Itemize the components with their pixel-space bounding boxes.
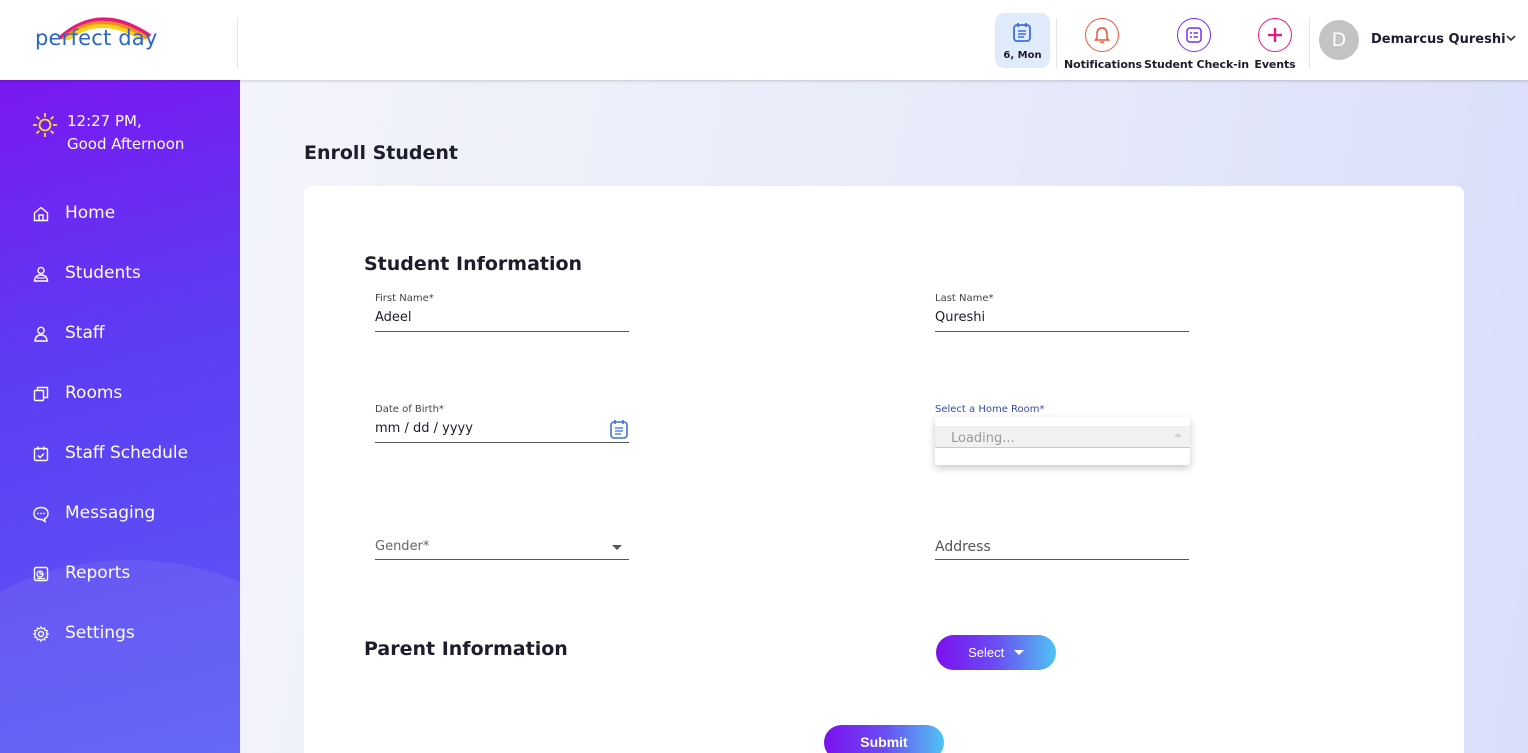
student-info-heading: Student Information xyxy=(364,253,583,275)
first-name-field[interactable]: First Name* Adeel xyxy=(375,293,629,333)
home-room-dropdown[interactable]: Loading... xyxy=(935,417,1190,465)
header-divider xyxy=(237,18,238,68)
sidebar-item-label: Home xyxy=(65,203,116,223)
sidebar: 12:27 PM, Good Afternoon Home Students S… xyxy=(0,80,240,753)
field-underline xyxy=(935,331,1189,332)
date-label: 6, Mon xyxy=(1003,50,1042,61)
sidebar-item-home[interactable]: Home xyxy=(32,200,222,228)
events-label: Events xyxy=(1254,58,1296,71)
date-chip[interactable]: 6, Mon xyxy=(995,13,1050,68)
parent-info-heading: Parent Information xyxy=(364,638,568,660)
dob-input[interactable]: mm / dd / yyyy xyxy=(375,421,473,436)
address-field[interactable]: Address xyxy=(935,521,1189,561)
logo-text: perfect day xyxy=(35,26,158,50)
first-name-label: First Name* xyxy=(375,293,434,304)
last-name-label: Last Name* xyxy=(935,293,994,304)
calendar-icon[interactable] xyxy=(609,418,629,440)
notifications-label: Notifications xyxy=(1064,58,1142,71)
events-circle xyxy=(1258,18,1292,52)
message-icon xyxy=(33,506,49,523)
sidebar-item-rooms[interactable]: Rooms xyxy=(32,380,222,408)
students-icon xyxy=(33,266,49,282)
sidebar-item-messaging[interactable]: Messaging xyxy=(32,500,222,528)
home-room-label: Select a Home Room* xyxy=(935,404,1045,415)
field-underline xyxy=(375,331,629,332)
user-name[interactable]: Demarcus Qureshi xyxy=(1371,32,1506,47)
rooms-icon xyxy=(33,386,49,402)
enroll-form-card: Student Information First Name* Adeel La… xyxy=(304,186,1464,753)
checkin-label: Student Check-in xyxy=(1144,58,1250,71)
main-content: Enroll Student Student Information First… xyxy=(240,80,1528,753)
greeting-text: Good Afternoon xyxy=(67,135,185,153)
caret-down-icon xyxy=(612,545,622,550)
sidebar-item-settings[interactable]: Settings xyxy=(32,620,222,648)
sidebar-item-label: Staff xyxy=(65,323,105,343)
address-placeholder: Address xyxy=(935,539,991,555)
last-name-input[interactable]: Qureshi xyxy=(935,310,985,325)
first-name-input[interactable]: Adeel xyxy=(375,310,412,325)
submit-button[interactable]: Submit xyxy=(824,725,944,753)
checkin-circle xyxy=(1177,18,1211,52)
dob-field[interactable]: Date of Birth* mm / dd / yyyy xyxy=(375,404,629,444)
top-header: perfect day 6, Mon Notifications Student… xyxy=(0,0,1528,80)
gender-placeholder: Gender* xyxy=(375,539,430,554)
reports-icon xyxy=(33,566,49,582)
sidebar-item-label: Rooms xyxy=(65,383,123,403)
sidebar-item-label: Settings xyxy=(65,623,135,643)
loading-text: Loading... xyxy=(951,431,1015,446)
sidebar-item-staff[interactable]: Staff xyxy=(32,320,222,348)
field-underline xyxy=(935,447,1190,448)
sidebar-item-reports[interactable]: Reports xyxy=(32,560,222,588)
schedule-icon xyxy=(33,446,49,462)
header-divider xyxy=(1309,18,1310,68)
gear-icon xyxy=(32,625,50,643)
student-checkin-button[interactable]: Student Check-in xyxy=(1144,18,1250,71)
plus-icon xyxy=(1268,28,1282,42)
checklist-icon xyxy=(1186,27,1202,43)
sidebar-item-label: Reports xyxy=(65,563,131,583)
chevron-down-icon[interactable] xyxy=(1505,33,1517,43)
home-room-field[interactable]: Select a Home Room* xyxy=(935,404,1189,418)
sidebar-item-label: Staff Schedule xyxy=(65,443,189,463)
header-divider xyxy=(1056,18,1057,68)
perfect-day-logo[interactable]: perfect day xyxy=(30,10,180,58)
caret-down-icon xyxy=(1013,650,1024,655)
sidebar-item-label: Students xyxy=(65,263,141,283)
field-underline xyxy=(375,442,629,443)
gender-select[interactable]: Gender* xyxy=(375,521,629,561)
caret-up-icon xyxy=(1174,433,1182,437)
sidebar-item-staff-schedule[interactable]: Staff Schedule xyxy=(32,440,222,468)
sidebar-item-label: Messaging xyxy=(65,503,156,523)
home-icon xyxy=(33,206,49,222)
page-title: Enroll Student xyxy=(304,142,458,164)
field-underline xyxy=(935,559,1189,560)
field-underline xyxy=(375,559,629,560)
avatar[interactable]: D xyxy=(1319,20,1359,60)
sun-icon xyxy=(33,113,57,137)
sidebar-item-students[interactable]: Students xyxy=(32,260,222,288)
notifications-circle xyxy=(1085,18,1119,52)
staff-icon xyxy=(34,326,48,342)
notifications-button[interactable]: Notifications xyxy=(1064,18,1142,71)
calendar-icon xyxy=(1013,23,1031,42)
dob-label: Date of Birth* xyxy=(375,404,444,415)
select-button-label: Select xyxy=(968,645,1005,660)
last-name-field[interactable]: Last Name* Qureshi xyxy=(935,293,1189,333)
events-button[interactable]: Events xyxy=(1252,18,1298,71)
select-parent-button[interactable]: Select xyxy=(936,635,1056,670)
bell-icon xyxy=(1094,27,1110,44)
current-time: 12:27 PM, xyxy=(67,112,142,130)
